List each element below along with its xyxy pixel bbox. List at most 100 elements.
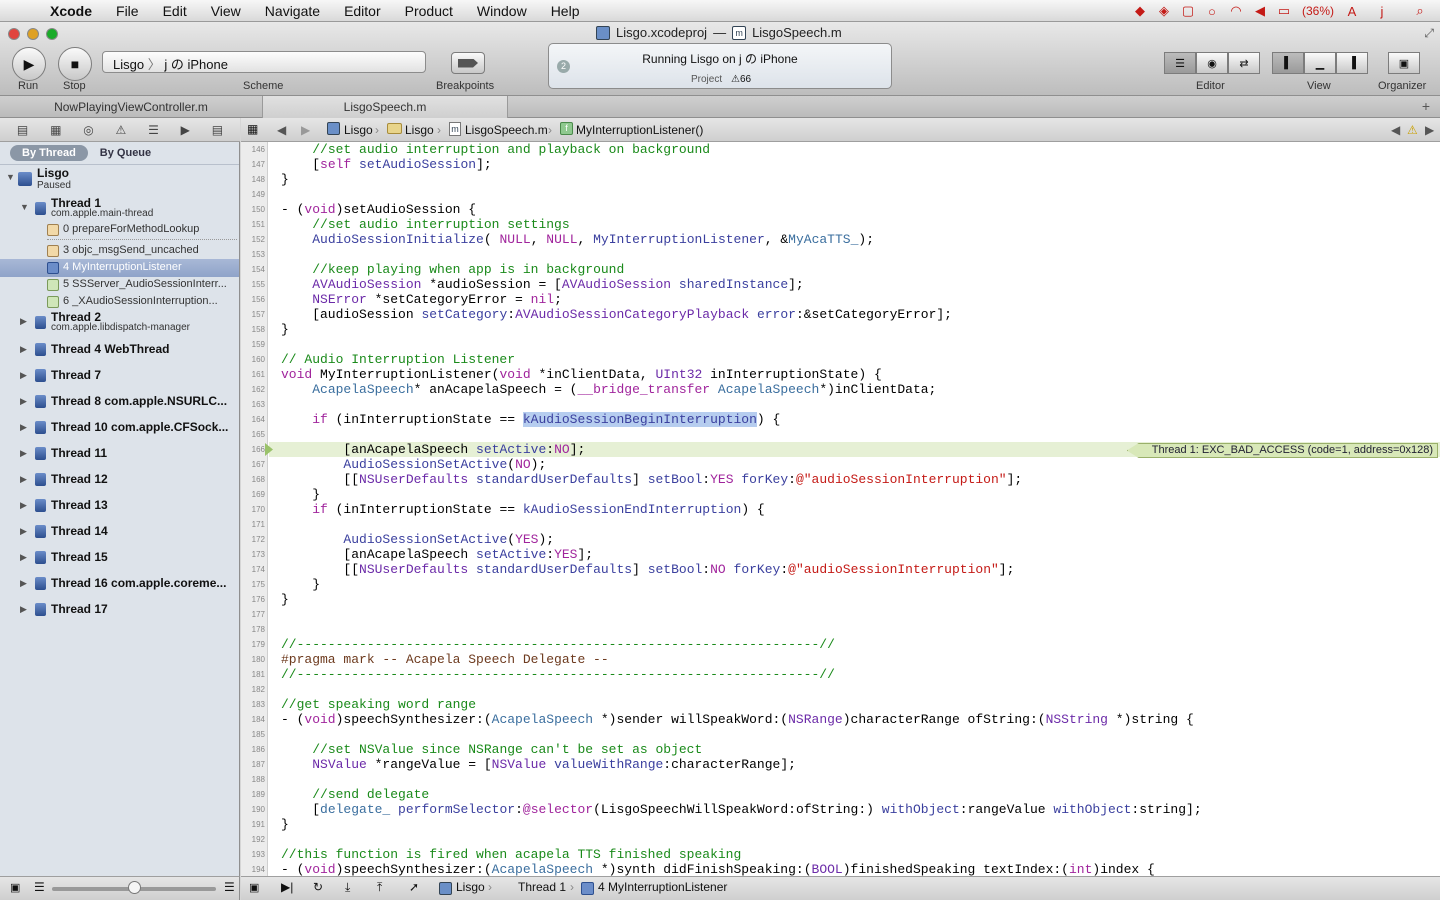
- line-number[interactable]: 192: [241, 832, 265, 847]
- disclosure-closed-icon[interactable]: ▶: [20, 474, 27, 485]
- disclosure-closed-icon[interactable]: ▶: [20, 448, 27, 459]
- menu-help[interactable]: Help: [539, 0, 592, 22]
- line-number[interactable]: 182: [241, 682, 265, 697]
- line-number[interactable]: 186: [241, 742, 265, 757]
- menu-edit[interactable]: Edit: [151, 0, 199, 22]
- standard-editor-icon[interactable]: ☰: [1164, 52, 1196, 74]
- line-number[interactable]: 168: [241, 472, 265, 487]
- line-number[interactable]: 191: [241, 817, 265, 832]
- line-number[interactable]: 175: [241, 577, 265, 592]
- dropbox-icon[interactable]: ◈: [1152, 3, 1176, 19]
- chat-bubble-icon[interactable]: ○: [1200, 4, 1224, 19]
- line-number[interactable]: 157: [241, 307, 265, 322]
- stack-frame-row[interactable]: 3 objc_msgSend_uncached: [0, 242, 239, 260]
- line-number[interactable]: 185: [241, 727, 265, 742]
- line-number[interactable]: 194: [241, 862, 265, 876]
- debug-breadcrumb-frame[interactable]: 4 MyInterruptionListener: [598, 880, 727, 894]
- continue-icon[interactable]: ▶|: [281, 880, 293, 894]
- close-button[interactable]: [8, 28, 20, 40]
- disclosure-closed-icon[interactable]: ▶: [20, 604, 27, 615]
- menu-file[interactable]: File: [104, 0, 151, 22]
- minimize-button[interactable]: [27, 28, 39, 40]
- line-number[interactable]: 193: [241, 847, 265, 862]
- line-number[interactable]: 172: [241, 532, 265, 547]
- warnings-count[interactable]: ⚠66: [731, 74, 751, 85]
- thread-row[interactable]: ▶ Thread 14: [0, 523, 239, 541]
- menu-product[interactable]: Product: [393, 0, 465, 22]
- menu-view[interactable]: View: [199, 0, 253, 22]
- line-number[interactable]: 180: [241, 652, 265, 667]
- breadcrumb-file[interactable]: LisgoSpeech.m: [465, 123, 548, 137]
- line-number[interactable]: 178: [241, 622, 265, 637]
- disclosure-closed-icon[interactable]: ▶: [20, 370, 27, 381]
- battery-icon[interactable]: ▭: [1272, 3, 1296, 19]
- forward-arrow-icon[interactable]: ▶: [301, 123, 310, 137]
- line-number[interactable]: 171: [241, 517, 265, 532]
- disclosure-closed-icon[interactable]: ▶: [20, 344, 27, 355]
- line-number[interactable]: 183: [241, 697, 265, 712]
- line-number[interactable]: 164: [241, 412, 265, 427]
- menu-window[interactable]: Window: [465, 0, 539, 22]
- slider-knob[interactable]: [128, 881, 141, 894]
- utilities-toggle-icon[interactable]: ▐: [1336, 52, 1368, 74]
- process-row[interactable]: ▼ Lisgo Paused: [0, 166, 239, 192]
- line-number[interactable]: 189: [241, 787, 265, 802]
- step-out-icon[interactable]: ⤒: [377, 880, 382, 895]
- by-queue-button[interactable]: By Queue: [88, 145, 163, 161]
- step-over-icon[interactable]: ↻: [313, 880, 323, 894]
- project-navigator-icon[interactable]: ▤: [17, 123, 28, 137]
- breakpoint-navigator-icon[interactable]: ▶: [181, 123, 190, 137]
- stack-frame-row[interactable]: 5 SSServer_AudioSessionInterr...: [0, 276, 239, 294]
- line-number[interactable]: 173: [241, 547, 265, 562]
- line-number[interactable]: 146: [241, 142, 265, 157]
- stack-frame-row[interactable]: 0 prepareForMethodLookup: [0, 221, 239, 239]
- line-number[interactable]: 167: [241, 457, 265, 472]
- line-number[interactable]: 184: [241, 712, 265, 727]
- thread-row[interactable]: ▶ Thread 7: [0, 367, 239, 385]
- line-number[interactable]: 187: [241, 757, 265, 772]
- disclosure-closed-icon[interactable]: ▶: [20, 526, 27, 537]
- spotlight-icon[interactable]: ⌕: [1400, 3, 1440, 19]
- debug-breadcrumb-thread[interactable]: Thread 1: [518, 880, 566, 894]
- back-arrow-icon[interactable]: ◀: [277, 123, 286, 137]
- line-number[interactable]: 149: [241, 187, 265, 202]
- search-navigator-icon[interactable]: ◎: [83, 123, 93, 137]
- assistant-editor-icon[interactable]: ◉: [1196, 52, 1228, 74]
- hide-debug-area-icon[interactable]: ▣: [249, 881, 259, 894]
- line-number[interactable]: 176: [241, 592, 265, 607]
- line-number[interactable]: 179: [241, 637, 265, 652]
- breadcrumb-project[interactable]: Lisgo: [344, 123, 373, 137]
- line-number[interactable]: 174: [241, 562, 265, 577]
- related-items-icon[interactable]: ▦: [247, 122, 258, 136]
- line-number[interactable]: 161: [241, 367, 265, 382]
- stack-frame-row-selected[interactable]: 4 MyInterruptionListener: [0, 259, 239, 277]
- activity-viewer[interactable]: 2 Running Lisgo on j の iPhone Project ⚠6…: [548, 43, 892, 89]
- previous-issue-icon[interactable]: ◀: [1391, 123, 1400, 137]
- next-issue-icon[interactable]: ▶: [1425, 123, 1434, 137]
- disclosure-closed-icon[interactable]: ▶: [20, 578, 27, 589]
- thread-row[interactable]: ▼ Thread 1 com.apple.main-thread: [0, 196, 239, 220]
- compress-stack-icon[interactable]: ☰: [34, 880, 45, 894]
- line-number[interactable]: 169: [241, 487, 265, 502]
- debug-navigator-icon[interactable]: ☰: [148, 123, 159, 137]
- thread-row[interactable]: ▶ Thread 4 WebThread: [0, 341, 239, 359]
- thread-row[interactable]: ▶ Thread 10 com.apple.CFSock...: [0, 419, 239, 437]
- line-number[interactable]: 147: [241, 157, 265, 172]
- organizer-icon[interactable]: ▣: [1388, 52, 1420, 74]
- thread-row[interactable]: ▶ Thread 8 com.apple.NSURLC...: [0, 393, 239, 411]
- line-number[interactable]: 160: [241, 352, 265, 367]
- breadcrumb-symbol[interactable]: MyInterruptionListener(): [576, 123, 703, 137]
- thread-row[interactable]: ▶ Thread 11: [0, 445, 239, 463]
- line-number[interactable]: 159: [241, 337, 265, 352]
- line-number[interactable]: 155: [241, 277, 265, 292]
- evernote-icon[interactable]: ◆: [1128, 3, 1152, 19]
- line-number[interactable]: 163: [241, 397, 265, 412]
- tab-nowplaying[interactable]: NowPlayingViewController.m: [0, 96, 262, 118]
- source-editor[interactable]: 146 147 148 149 150 151 152 153 154 155 156 157 158 1…: [241, 142, 1440, 876]
- disclosure-open-icon[interactable]: ▼: [20, 202, 29, 212]
- breadcrumb-group[interactable]: Lisgo: [405, 123, 434, 137]
- thread-row[interactable]: ▶ Thread 17: [0, 601, 239, 619]
- line-number[interactable]: 152: [241, 232, 265, 247]
- zoom-button[interactable]: [46, 28, 58, 40]
- menu-app-name[interactable]: Xcode: [42, 0, 104, 22]
